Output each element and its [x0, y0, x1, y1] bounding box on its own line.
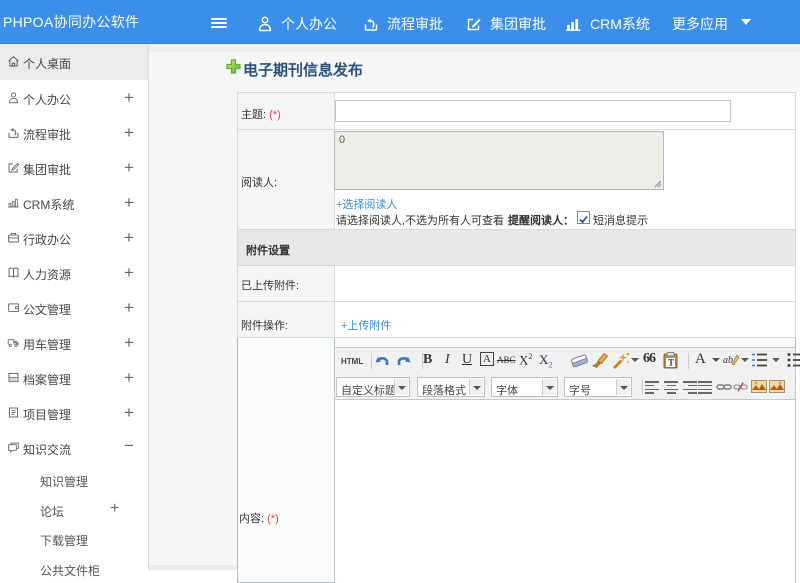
svg-text:T: T [668, 358, 674, 368]
svg-text:ab: ab [723, 355, 733, 366]
